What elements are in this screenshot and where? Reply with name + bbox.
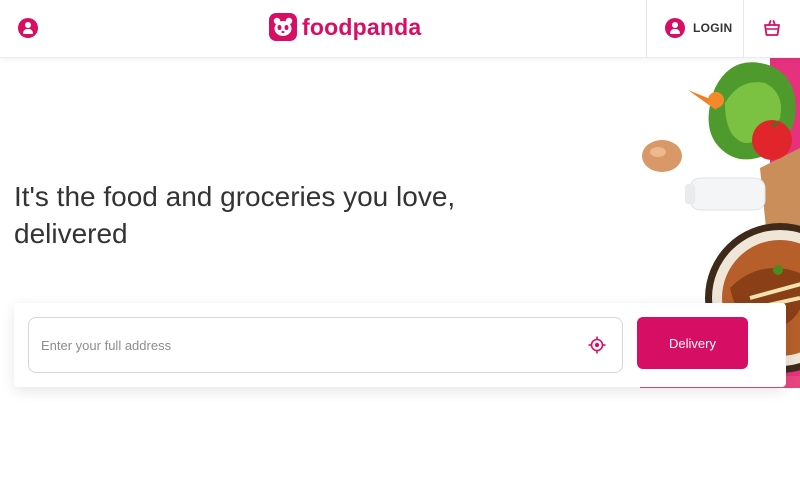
user-circle-icon: [665, 18, 685, 38]
address-input[interactable]: [41, 318, 571, 372]
header-divider: [743, 0, 744, 58]
login-button[interactable]: LOGIN: [665, 18, 733, 38]
shopping-bag-icon[interactable]: [762, 18, 782, 38]
hero-title: It's the food and groceries you love, de…: [14, 181, 456, 249]
crosshair-location-icon[interactable]: [588, 336, 606, 354]
login-label: LOGIN: [693, 21, 733, 35]
user-circle-icon[interactable]: [18, 18, 38, 38]
delivery-button[interactable]: Delivery: [637, 317, 748, 369]
header-divider: [646, 0, 647, 58]
top-header: foodpanda LOGIN: [0, 0, 800, 58]
address-field-wrapper: [28, 317, 623, 373]
brand-name: foodpanda: [302, 13, 422, 40]
brand-logo-link[interactable]: foodpanda: [269, 13, 421, 41]
panda-logo-icon: [269, 13, 297, 41]
address-search-card: Delivery: [14, 303, 786, 387]
